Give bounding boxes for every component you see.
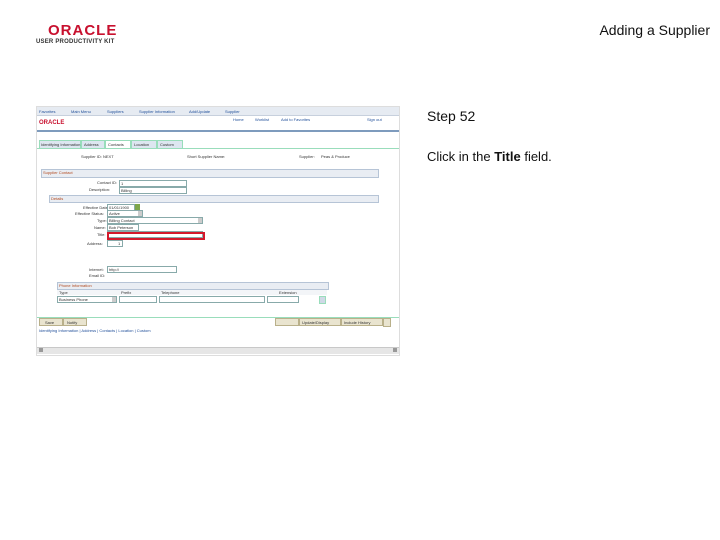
breadcrumb-supplier-information[interactable]: Supplier Information bbox=[139, 109, 175, 114]
internet-input[interactable]: http:// bbox=[107, 266, 177, 273]
step-instruction: Click in the Title field. bbox=[427, 149, 552, 164]
header-divider bbox=[37, 130, 399, 132]
phone-prefix-input[interactable] bbox=[119, 296, 157, 303]
phone-grid-title: Phone Information bbox=[59, 283, 92, 288]
save-button[interactable]: Save bbox=[39, 318, 63, 326]
details-title: Details bbox=[51, 196, 64, 201]
contact-id-value: 1 bbox=[121, 181, 124, 186]
oracle-upk-logo: ORACLE USER PRODUCTIVITY KIT bbox=[36, 22, 122, 48]
effective-status-label: Effective Status: bbox=[75, 211, 104, 216]
supplier-contact-title: Supplier Contact bbox=[43, 170, 73, 175]
internet-label: Internet: bbox=[89, 267, 104, 272]
step-number: Step 52 bbox=[427, 108, 476, 124]
update-display-label: Update/Display bbox=[302, 320, 330, 325]
tab-label: Custom bbox=[160, 142, 174, 147]
phone-type-select[interactable]: Business Phone bbox=[57, 296, 117, 303]
phone-number-input[interactable] bbox=[159, 296, 265, 303]
supplier-contact-header bbox=[41, 169, 379, 178]
description-label: Description: bbox=[89, 187, 111, 192]
phone-col-prefix: Prefix bbox=[121, 290, 132, 295]
phone-grid-header bbox=[57, 282, 329, 290]
title-field-highlight bbox=[107, 232, 205, 240]
include-history-button[interactable]: Include History bbox=[341, 318, 383, 326]
instruction-field-name: Title bbox=[494, 149, 521, 164]
notify-label: Notify bbox=[67, 320, 78, 325]
instruction-prefix: Click in the bbox=[427, 149, 491, 164]
update-display-button[interactable]: Update/Display bbox=[299, 318, 341, 326]
name-input[interactable]: Bob Peterson bbox=[107, 224, 139, 231]
supplier-id-value: NEXT bbox=[103, 154, 114, 159]
phone-type-value: Business Phone bbox=[59, 297, 88, 302]
oracle-logo-text: ORACLE bbox=[48, 22, 118, 39]
app-oracle-logo: ORACLE bbox=[39, 120, 65, 126]
scroll-right-icon[interactable] bbox=[393, 348, 397, 352]
type-value: Billing Contact bbox=[109, 218, 135, 223]
phone-extension-input[interactable] bbox=[267, 296, 299, 303]
name-value: Bob Peterson bbox=[109, 225, 134, 230]
phone-col-telephone: Telephone bbox=[161, 290, 180, 295]
email-label: Email ID: bbox=[89, 273, 106, 278]
short-name-label: Short Supplier Name: bbox=[187, 154, 226, 159]
type-label: Type: bbox=[97, 218, 107, 223]
supplier-name-value: Peas & Produce bbox=[321, 154, 350, 159]
add-button[interactable] bbox=[275, 318, 299, 326]
name-label: Name: bbox=[94, 225, 106, 230]
status-value: Active bbox=[109, 211, 120, 216]
link-home[interactable]: Home bbox=[233, 117, 244, 122]
tab-label: Location bbox=[134, 142, 150, 147]
phone-col-type: Type bbox=[59, 290, 68, 295]
internet-value: http:// bbox=[109, 267, 120, 272]
header-bar bbox=[37, 116, 399, 130]
tab-label: Identifying Information bbox=[41, 142, 81, 147]
tab-divider bbox=[37, 148, 399, 149]
horizontal-scrollbar[interactable] bbox=[37, 347, 399, 354]
supplier-label: Supplier: bbox=[299, 154, 315, 159]
tab-label: Contacts bbox=[108, 142, 124, 147]
upk-logo-text: USER PRODUCTIVITY KIT bbox=[36, 39, 115, 45]
scroll-left-icon[interactable] bbox=[39, 348, 43, 352]
footer-tab-links[interactable]: Identifying Information | Address | Cont… bbox=[39, 328, 151, 333]
effective-status-select[interactable]: Active bbox=[107, 210, 143, 217]
save-label: Save bbox=[45, 320, 55, 325]
link-add-favorites[interactable]: Add to Favorites bbox=[281, 117, 310, 122]
contact-id-label: Contact ID: bbox=[97, 180, 118, 185]
address-input[interactable]: 1 bbox=[107, 240, 123, 247]
link-sign-out[interactable]: Sign out bbox=[367, 117, 382, 122]
details-header bbox=[49, 195, 379, 203]
address-value: 1 bbox=[118, 241, 121, 246]
breadcrumb-main-menu[interactable]: Main Menu bbox=[71, 109, 91, 114]
phone-col-extension: Extension bbox=[279, 290, 297, 295]
address-label: Address: bbox=[87, 241, 103, 246]
link-worklist[interactable]: Worklist bbox=[255, 117, 269, 122]
type-select[interactable]: Billing Contact bbox=[107, 217, 203, 224]
breadcrumb-favorites[interactable]: Favorites bbox=[39, 109, 55, 114]
add-row-icon[interactable] bbox=[319, 296, 326, 304]
description-value: Billing bbox=[121, 188, 132, 193]
include-history-label: Include History bbox=[344, 320, 371, 325]
tab-label: Address bbox=[84, 142, 99, 147]
breadcrumb-supplier[interactable]: Supplier bbox=[225, 109, 240, 114]
effective-date-label: Effective Date: bbox=[83, 205, 109, 210]
breadcrumb-bar bbox=[37, 107, 399, 116]
breadcrumb-add-update[interactable]: Add/Update bbox=[189, 109, 210, 114]
application-screenshot: Favorites Main Menu Suppliers Supplier I… bbox=[36, 106, 400, 356]
description-input[interactable]: Billing bbox=[119, 187, 187, 194]
breadcrumb-suppliers[interactable]: Suppliers bbox=[107, 109, 124, 114]
correct-history-button[interactable] bbox=[383, 318, 391, 327]
contact-id-input[interactable]: 1 bbox=[119, 180, 187, 187]
supplier-id-label: Supplier ID: bbox=[81, 154, 102, 159]
notify-button[interactable]: Notify bbox=[63, 318, 87, 326]
title-label: Title: bbox=[97, 232, 106, 237]
slide-title: Adding a Supplier bbox=[599, 22, 710, 38]
instruction-suffix: field. bbox=[524, 149, 552, 164]
